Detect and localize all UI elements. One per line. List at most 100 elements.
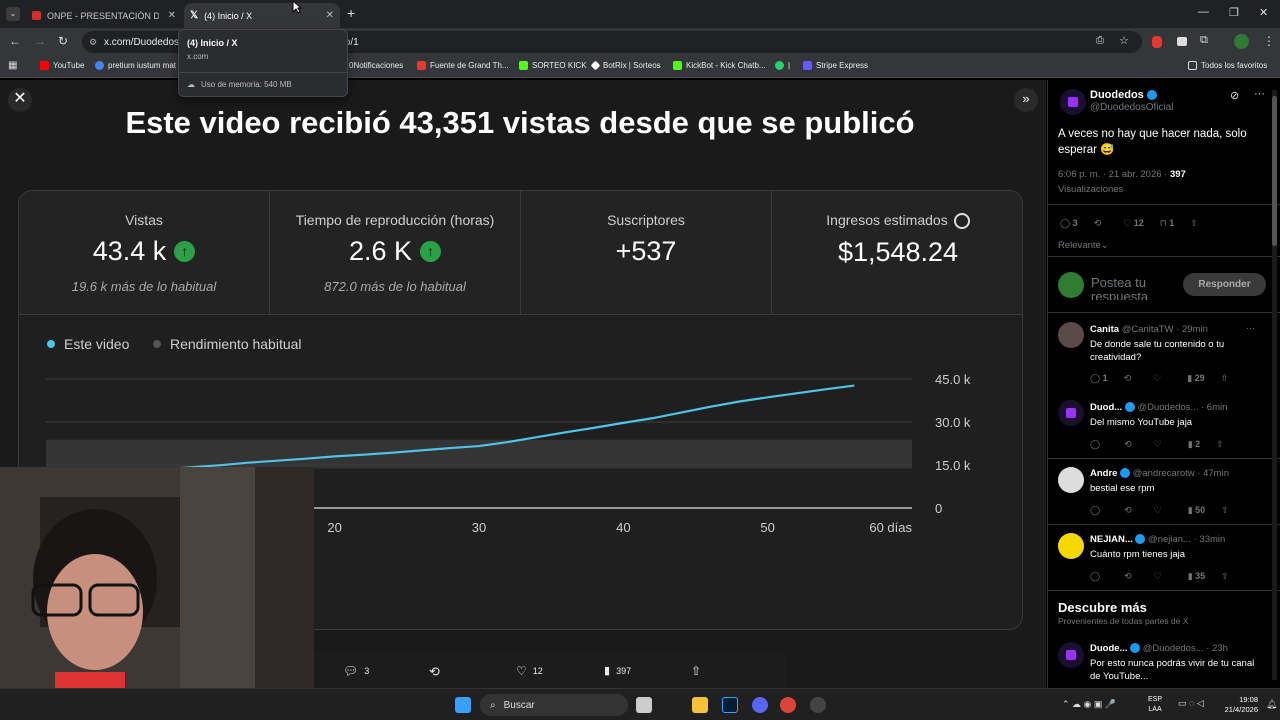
lang-layout[interactable]: LAA bbox=[1148, 706, 1161, 713]
like-button[interactable]: ♡ bbox=[1154, 571, 1162, 582]
reply-button[interactable]: ◯ 1 bbox=[1090, 373, 1108, 384]
file-explorer-icon[interactable] bbox=[692, 697, 708, 713]
restore-icon[interactable]: ❐ bbox=[1229, 6, 1239, 19]
author-avatar[interactable] bbox=[1060, 89, 1086, 115]
views-button[interactable]: ▮ 35 bbox=[1188, 571, 1205, 582]
minimize-icon[interactable]: — bbox=[1198, 6, 1209, 18]
new-tab-button[interactable]: + bbox=[347, 5, 355, 21]
verified-badge-icon bbox=[1120, 468, 1131, 479]
share-button[interactable]: ⇧ bbox=[1190, 218, 1198, 229]
reply-button[interactable]: ◯ bbox=[1090, 571, 1100, 582]
share-button[interactable]: ⇧ bbox=[1221, 373, 1229, 384]
tab-search-button[interactable]: ⌄ bbox=[6, 7, 20, 21]
windows-start-icon[interactable] bbox=[455, 697, 471, 713]
bookmark-grand-theft[interactable]: Fuente de Grand Th... bbox=[417, 61, 509, 70]
forward-icon[interactable]: → bbox=[34, 34, 46, 48]
install-app-icon[interactable]: ⎙ bbox=[1096, 35, 1104, 46]
y-tick-label: 0 bbox=[935, 501, 942, 516]
share-action[interactable]: ⇧ bbox=[691, 664, 701, 678]
share-button[interactable]: ⇧ bbox=[1216, 439, 1224, 450]
task-view-icon[interactable] bbox=[636, 697, 652, 713]
chrome-icon[interactable] bbox=[780, 697, 796, 713]
like-button[interactable]: ♡ bbox=[1154, 505, 1162, 516]
reply-submit-button[interactable]: Responder bbox=[1183, 273, 1266, 296]
bookmark-kickbot[interactable]: KickBot - Kick Chatb... bbox=[673, 61, 766, 70]
site-info-icon[interactable]: ⚙ bbox=[89, 37, 97, 48]
views-button[interactable]: ▮ 50 bbox=[1188, 505, 1205, 516]
stripe-icon bbox=[803, 61, 812, 70]
photoshop-icon[interactable] bbox=[722, 697, 738, 713]
network-volume-icons[interactable]: ▭ ◌ ◁ bbox=[1178, 698, 1204, 709]
more-options-icon[interactable]: ··· bbox=[1246, 323, 1255, 333]
like-button[interactable]: ♡ bbox=[1153, 373, 1161, 384]
close-tab-icon[interactable]: ✕ bbox=[326, 10, 334, 21]
sort-dropdown[interactable]: Relevante⌄ bbox=[1058, 240, 1109, 251]
bookmark-stripe[interactable]: Stripe Express bbox=[803, 61, 868, 70]
scrollbar[interactable] bbox=[1272, 90, 1277, 680]
like-action[interactable]: ♡ 12 bbox=[516, 664, 543, 678]
more-options-icon[interactable]: ··· bbox=[1254, 88, 1265, 100]
tray-icons[interactable]: ⌃ ☁ ◉ ▣ 🎤 bbox=[1062, 699, 1116, 710]
reply-input[interactable]: Postea tu respuesta bbox=[1091, 276, 1176, 300]
heart-icon: ♡ bbox=[516, 664, 527, 678]
profile-avatar[interactable] bbox=[1234, 34, 1249, 49]
reply-action[interactable]: 💬︎ 3 bbox=[343, 664, 369, 678]
extensions-puzzle-icon[interactable]: ⧉ bbox=[1200, 34, 1208, 47]
tab-onpe[interactable]: ONPE - PRESENTACIÓN DE RES ✕ bbox=[26, 3, 182, 28]
reply-name: Canita bbox=[1090, 324, 1120, 335]
extension-icon[interactable] bbox=[1177, 37, 1187, 46]
close-window-icon[interactable]: ✕ bbox=[1259, 6, 1268, 19]
bookmark-button[interactable]: ⊓ 1 bbox=[1160, 218, 1175, 229]
bookmark-whatsapp[interactable]: | bbox=[775, 61, 790, 70]
retweet-button[interactable]: ⟲ bbox=[1124, 571, 1132, 582]
taskbar-search[interactable]: ⌕ Buscar bbox=[480, 694, 628, 716]
bookmark-youtube[interactable]: YouTube bbox=[40, 61, 84, 70]
like-button[interactable]: ♡ 12 bbox=[1123, 218, 1144, 229]
discover-text: Por esto nunca podrás vivir de tu canal … bbox=[1090, 658, 1255, 682]
notifications-icon[interactable]: 🔔︎ bbox=[1266, 699, 1277, 710]
author-name[interactable]: Duodedos bbox=[1090, 89, 1144, 101]
tweet-timestamp: 6:06 p. m. · 21 abr. 2026 · bbox=[1058, 169, 1170, 180]
retweet-button[interactable]: ⟲ bbox=[1124, 373, 1132, 384]
y-tick-label: 45.0 k bbox=[935, 372, 971, 387]
author-handle[interactable]: @DuodedosOficial bbox=[1090, 102, 1174, 113]
onpe-favicon-icon bbox=[32, 11, 41, 20]
bookmark-pretium[interactable]: pretium iustum mat bbox=[95, 61, 176, 70]
extension-red-icon[interactable] bbox=[1152, 36, 1162, 48]
back-icon[interactable]: ← bbox=[9, 34, 21, 48]
menu-kebab-icon[interactable]: ⋮ bbox=[1263, 34, 1275, 48]
reply-button[interactable]: ◯ 3 bbox=[1060, 218, 1078, 229]
clock-date[interactable]: 19:08 21/4/2026 bbox=[1224, 695, 1258, 715]
user-avatar bbox=[1058, 272, 1084, 298]
bookmark-sorteo-kick[interactable]: SORTEO KICK bbox=[519, 61, 587, 70]
discord-icon[interactable] bbox=[752, 697, 768, 713]
retweet-button[interactable]: ⟲ bbox=[1124, 505, 1132, 516]
bookmark-notificaciones[interactable]: 0Notificaciones bbox=[349, 61, 403, 70]
retweet-button[interactable]: ⟲ bbox=[1124, 439, 1132, 450]
x-tick-label: 30 bbox=[472, 520, 486, 535]
share-button[interactable]: ⇧ bbox=[1221, 505, 1229, 516]
stat-value: +537 bbox=[615, 236, 677, 266]
reply-button[interactable]: ◯ bbox=[1090, 439, 1100, 450]
apps-grid-icon[interactable]: ▦ bbox=[8, 60, 17, 71]
kickbot-icon bbox=[673, 61, 682, 70]
lang-code[interactable]: ESP bbox=[1148, 696, 1162, 703]
tab-x-home[interactable]: 𝕏 (4) Inicio / X ✕ bbox=[184, 3, 340, 28]
views-action[interactable]: ▮ 397 bbox=[604, 664, 631, 677]
obs-icon[interactable] bbox=[810, 697, 826, 713]
url-text: x.com/DuodedosO bbox=[104, 36, 187, 48]
like-button[interactable]: ♡ bbox=[1154, 439, 1162, 450]
bookmark-botrix[interactable]: BotRix | Sorteos bbox=[590, 60, 661, 71]
retweet-action[interactable]: ⟲ bbox=[429, 664, 440, 680]
views-button[interactable]: ▮ 2 bbox=[1188, 439, 1200, 450]
views-button[interactable]: ▮ 29 bbox=[1187, 373, 1204, 384]
share-button[interactable]: ⇧ bbox=[1221, 571, 1229, 582]
bookmark-star-icon[interactable]: ☆ bbox=[1119, 34, 1129, 47]
all-favorites-folder[interactable]: Todos los favoritos bbox=[1188, 61, 1267, 70]
grok-icon[interactable]: ⊘ bbox=[1230, 89, 1239, 102]
close-tab-icon[interactable]: ✕ bbox=[168, 10, 176, 21]
reload-icon[interactable]: ↻ bbox=[58, 34, 68, 48]
stat-label: Suscriptores bbox=[607, 212, 685, 228]
reply-button[interactable]: ◯ bbox=[1090, 505, 1100, 516]
retweet-button[interactable]: ⟲ bbox=[1094, 218, 1102, 229]
